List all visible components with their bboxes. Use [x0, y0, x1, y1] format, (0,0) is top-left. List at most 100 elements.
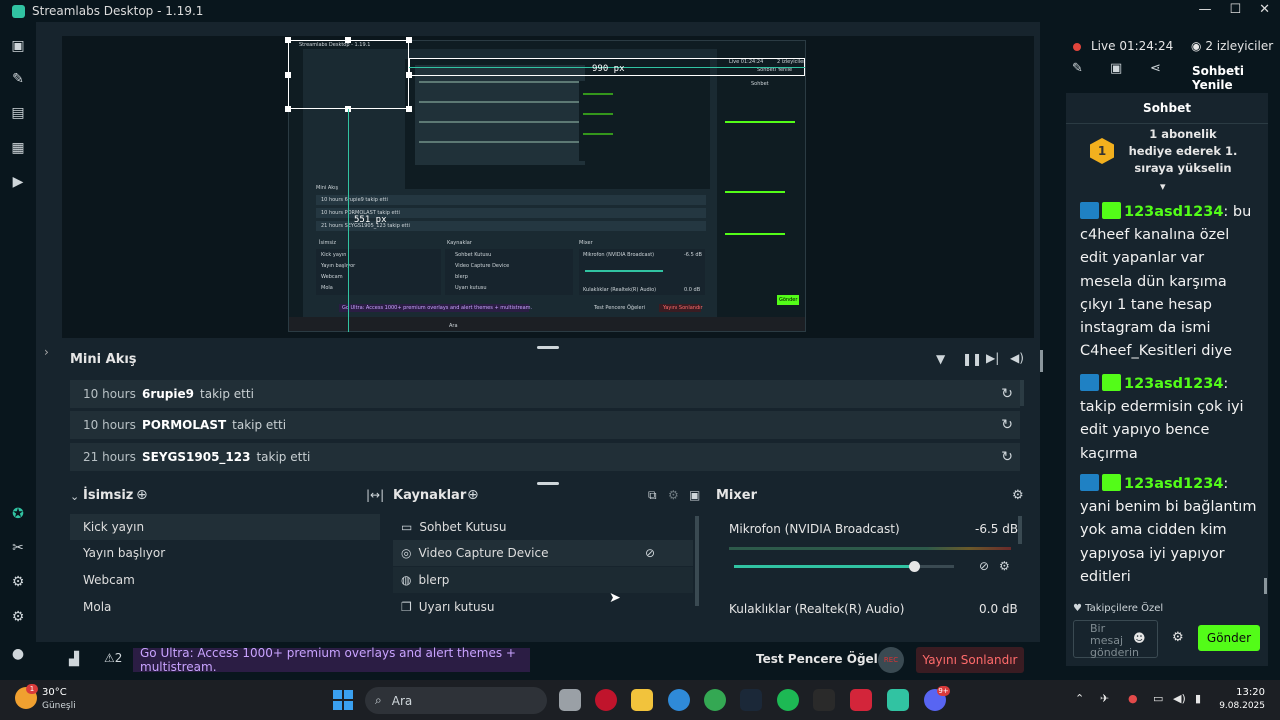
resize-handle[interactable]: [406, 106, 412, 112]
selection-box[interactable]: [288, 40, 409, 109]
clock-time[interactable]: 13:20: [1220, 687, 1265, 698]
creator-icon[interactable]: ✪: [10, 506, 26, 522]
maximize-icon[interactable]: ☐: [1229, 2, 1241, 17]
skip-icon[interactable]: ▶|: [986, 351, 999, 365]
expand-left-icon[interactable]: ›: [44, 345, 49, 359]
layout-icon[interactable]: ▦: [10, 140, 26, 156]
resize-handle[interactable]: [285, 106, 291, 112]
app-icon[interactable]: [850, 689, 872, 711]
chat-username[interactable]: 123asd1234: [1124, 376, 1223, 392]
task-view-icon[interactable]: [559, 689, 581, 711]
taskbar-search[interactable]: ⌕ Ara: [365, 687, 547, 714]
tray-app-icon[interactable]: ✈: [1100, 692, 1109, 705]
camera-icon[interactable]: ▣: [1110, 61, 1122, 76]
source-display-icon[interactable]: ⧉: [648, 488, 657, 503]
moderator-badge-icon: [1080, 202, 1099, 219]
visibility-icon[interactable]: ⊘: [645, 546, 655, 560]
scene-item[interactable]: Kick yayın: [70, 514, 380, 540]
file-explorer-icon[interactable]: [631, 689, 653, 711]
source-item[interactable]: ❐ Uyarı kutusu: [393, 594, 693, 620]
highlighter-icon[interactable]: ✂: [10, 540, 26, 556]
scene-item[interactable]: Webcam: [70, 567, 380, 593]
globe-icon: ◍: [401, 573, 412, 587]
battery-icon[interactable]: ▮: [1195, 692, 1201, 705]
repeat-alert-icon[interactable]: ↻: [1001, 417, 1013, 433]
play-icon[interactable]: ▶: [10, 174, 26, 190]
pause-icon[interactable]: ❚❚: [962, 352, 982, 366]
scene-transition-icon[interactable]: |↔|: [366, 488, 384, 502]
streamlabs-logo-icon: [12, 4, 25, 18]
windows-start-icon[interactable]: [333, 690, 353, 710]
test-widgets-button[interactable]: Test Pencere Öğeleri: [756, 652, 896, 666]
moderator-badge-icon: [1080, 474, 1099, 491]
user-icon[interactable]: ●: [10, 646, 26, 662]
add-folder-icon[interactable]: ▣: [689, 488, 700, 502]
edit-icon[interactable]: ✎: [1072, 61, 1083, 76]
collapse-scenes-icon[interactable]: ⌄: [70, 490, 79, 503]
streamlabs-taskbar-icon[interactable]: [887, 689, 909, 711]
feed-list-scrollbar[interactable]: [1020, 380, 1024, 406]
audio-settings-icon[interactable]: ⚙: [999, 559, 1010, 573]
collapse-pinned-icon[interactable]: ▾: [1160, 180, 1166, 193]
tray-expand-icon[interactable]: ⌃: [1075, 692, 1084, 705]
refresh-chat-button[interactable]: Sohbeti Yenile: [1192, 64, 1280, 92]
resize-handle[interactable]: [406, 37, 412, 43]
epic-games-icon[interactable]: [813, 689, 835, 711]
steam-icon[interactable]: [740, 689, 762, 711]
share-icon[interactable]: ⋖: [1150, 61, 1161, 76]
resize-handle[interactable]: [345, 37, 351, 43]
opera-icon[interactable]: [595, 689, 617, 711]
speaker-icon[interactable]: ◀): [1173, 692, 1186, 705]
stats-icon[interactable]: ▟: [69, 652, 79, 667]
minimize-icon[interactable]: —: [1198, 2, 1211, 17]
mute-icon[interactable]: ⊘: [979, 559, 989, 573]
repeat-alert-icon[interactable]: ↻: [1001, 386, 1013, 402]
clock-date[interactable]: 9.08.2025: [1212, 701, 1265, 711]
store-icon[interactable]: ▤: [10, 105, 26, 121]
spotify-icon[interactable]: [777, 689, 799, 711]
resize-handle[interactable]: [285, 72, 291, 78]
chat-title: Sohbet: [1143, 101, 1191, 115]
volume-slider-fill: [734, 565, 914, 568]
editor-icon[interactable]: ▣: [10, 38, 26, 54]
chrome-icon[interactable]: [704, 689, 726, 711]
mixer-settings-icon[interactable]: ⚙: [1012, 488, 1024, 503]
source-props-icon[interactable]: ⚙: [668, 488, 679, 502]
feed-scrollbar[interactable]: [1040, 350, 1043, 372]
record-button[interactable]: REC: [878, 647, 904, 673]
network-icon[interactable]: ▭: [1153, 692, 1163, 705]
add-scene-icon[interactable]: ⊕: [136, 487, 148, 503]
chat-scrollbar[interactable]: [1264, 578, 1267, 594]
resize-bar[interactable]: [537, 482, 559, 485]
go-ultra-banner[interactable]: Go Ultra: Access 1000+ premium overlays …: [133, 646, 530, 674]
volume-icon[interactable]: ◀): [1010, 351, 1024, 365]
volume-slider-knob[interactable]: [909, 561, 920, 572]
close-icon[interactable]: ✕: [1259, 2, 1270, 17]
microphone-icon[interactable]: ●: [1128, 692, 1138, 705]
chat-username[interactable]: 123asd1234: [1124, 476, 1223, 492]
weather-badge: 1: [26, 684, 38, 694]
themes-icon[interactable]: ✎: [10, 71, 26, 87]
resize-bar[interactable]: [537, 346, 559, 349]
mixer-scrollbar[interactable]: [1018, 516, 1022, 544]
add-source-icon[interactable]: ⊕: [467, 487, 479, 503]
resize-handle[interactable]: [285, 37, 291, 43]
chat-settings-icon[interactable]: ⚙: [1172, 630, 1184, 645]
settings-icon[interactable]: ⚙: [10, 609, 26, 625]
source-item[interactable]: ◎ Video Capture Device ⊘: [393, 540, 693, 566]
kick-badge-icon: [1102, 202, 1121, 219]
end-stream-button[interactable]: Yayını Sonlandır: [916, 647, 1024, 673]
scene-item[interactable]: Yayın başlıyor: [70, 540, 380, 566]
source-item[interactable]: ▭ Sohbet Kutusu: [393, 514, 693, 540]
chrome-canary-icon[interactable]: [668, 689, 690, 711]
sources-scrollbar[interactable]: [695, 516, 699, 606]
source-item[interactable]: ◍ blerp: [393, 567, 693, 593]
apps-icon[interactable]: ⚙: [10, 574, 26, 590]
repeat-alert-icon[interactable]: ↻: [1001, 449, 1013, 465]
scene-item[interactable]: Mola: [70, 594, 380, 620]
chat-username[interactable]: 123asd1234: [1124, 204, 1223, 220]
alerts-button[interactable]: ⚠2: [104, 651, 122, 665]
filter-icon[interactable]: ▼: [936, 352, 945, 366]
emoji-icon[interactable]: ☻: [1133, 631, 1146, 645]
send-button[interactable]: Gönder: [1198, 625, 1260, 651]
